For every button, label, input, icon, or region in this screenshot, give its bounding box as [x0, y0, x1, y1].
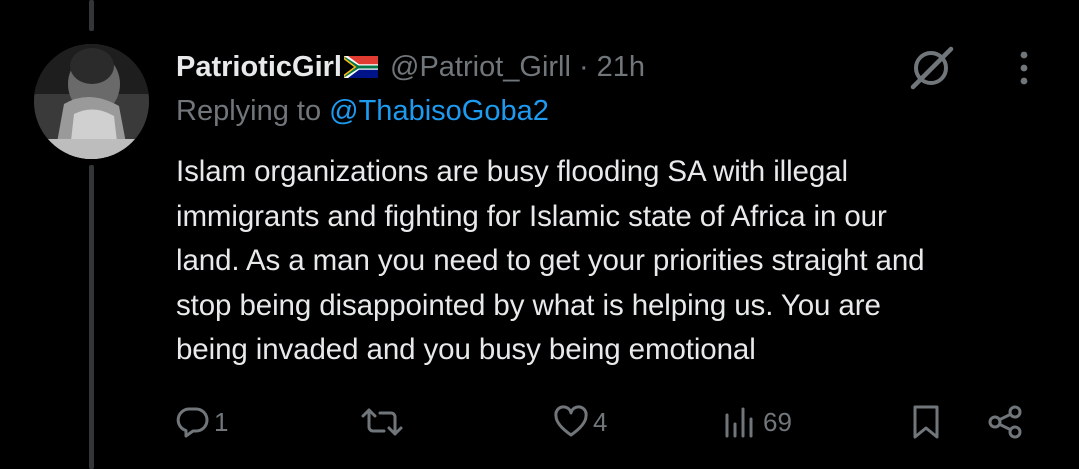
timestamp[interactable]: 21h [597, 51, 645, 84]
avatar[interactable] [34, 44, 149, 159]
reply-count: 1 [214, 406, 229, 437]
more-icon[interactable] [1014, 48, 1034, 88]
south-africa-flag-icon [344, 56, 378, 78]
retweet-button[interactable] [360, 400, 408, 444]
views-button[interactable]: 69 [723, 400, 792, 444]
user-handle[interactable]: @Patriot_Girll [390, 51, 571, 84]
tweet-text-line: Islam organizations are busy flooding SA… [176, 155, 848, 188]
action-bar: 1 4 69 [0, 400, 1079, 444]
replying-mention[interactable]: @ThabisoGoba2 [329, 95, 549, 127]
tweet-text-line: being invaded and you busy being emotion… [176, 333, 756, 367]
separator-dot: · [578, 50, 589, 83]
share-button[interactable] [986, 400, 1024, 444]
replying-to: Replying to @ThabisoGoba2 [176, 95, 549, 128]
tweet-text-line: immigrants and fighting for Islamic stat… [176, 199, 887, 233]
bookmark-button[interactable] [910, 400, 942, 444]
like-icon [554, 405, 588, 437]
bookmark-icon [913, 405, 939, 439]
retweet-icon [361, 408, 403, 436]
display-name[interactable]: PatrioticGirl [176, 51, 342, 84]
grok-icon[interactable] [905, 41, 957, 93]
tweet-text-line: land. As a man you need to get your prio… [176, 244, 925, 278]
thread-line-top [89, 0, 94, 31]
tweet-header: PatrioticGirl @Patriot_Girll · 21h [176, 45, 645, 89]
reply-button[interactable]: 1 [176, 400, 228, 444]
reply-icon [176, 407, 209, 438]
like-button[interactable]: 4 [553, 400, 607, 444]
tweet-text: Islam organizations are busy flooding SA… [176, 150, 1056, 373]
replying-prefix: Replying to [176, 95, 322, 127]
views-icon [725, 407, 753, 438]
like-count: 4 [593, 406, 608, 437]
view-count: 69 [763, 406, 792, 437]
tweet-text-line: stop being disappointed by what is helpi… [176, 288, 881, 322]
share-icon [988, 405, 1022, 439]
